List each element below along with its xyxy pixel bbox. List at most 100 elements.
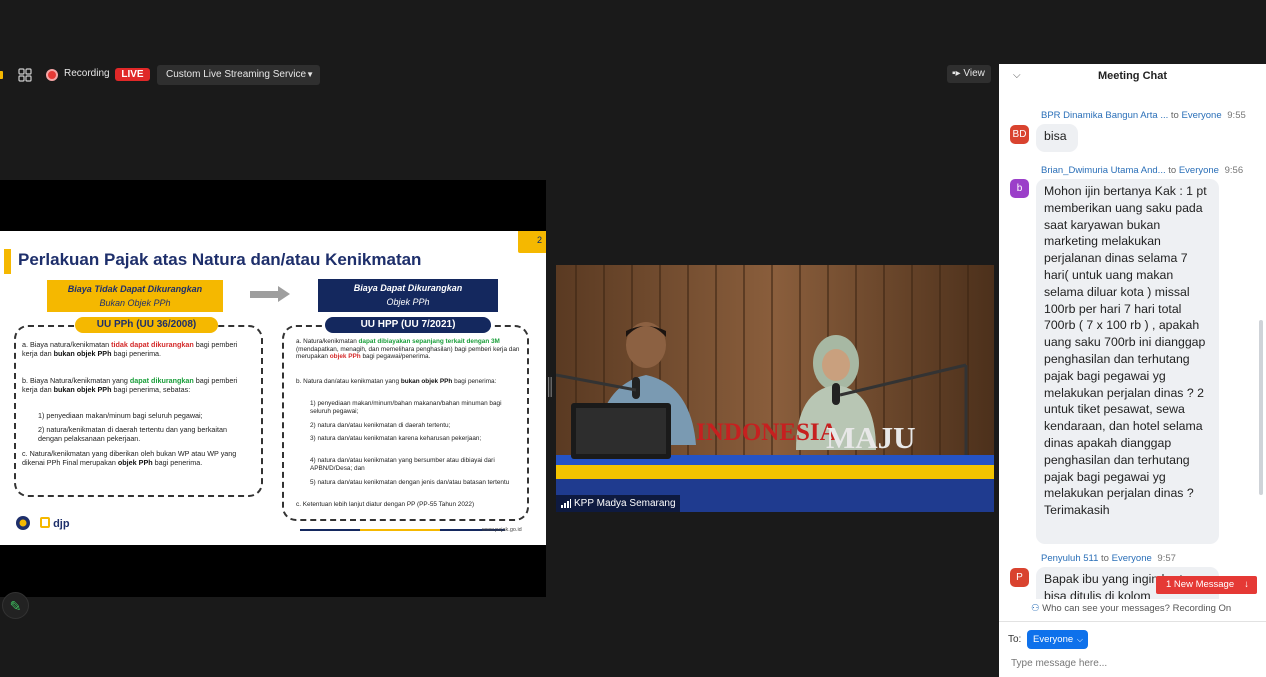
footer-url: www.pajak.go.id <box>482 527 522 533</box>
djp-logo: djp <box>40 516 70 530</box>
slide-page-number: 2 <box>518 231 546 253</box>
people-icon: ⚇ <box>1031 603 1040 614</box>
message-to: to <box>1168 165 1177 176</box>
splitter-handle[interactable] <box>548 377 552 397</box>
slide-logos: djp <box>14 515 70 531</box>
new-message-label: 1 New Message <box>1166 579 1235 590</box>
ministry-emblem-icon <box>16 516 30 530</box>
right-b-item-3: 3) natura dan/atau kenikmatan karena keh… <box>310 435 482 442</box>
to-label: To: <box>1008 634 1022 645</box>
new-message-button[interactable]: 1 New Message ↓ <box>1156 576 1257 594</box>
message-sender[interactable]: BPR Dinamika Bangun Arta ... <box>1041 110 1168 121</box>
chevron-down-icon[interactable]: ⌵ <box>1013 64 1021 88</box>
sign-left-text: INDONESIA <box>696 419 838 446</box>
right-b-bold: bukan objek PPh <box>400 378 453 385</box>
recording-label[interactable]: Recording <box>64 68 110 79</box>
message-to: to <box>1170 110 1179 121</box>
left-b-bold: bukan objek PPh <box>53 384 112 394</box>
message-sender[interactable]: Penyuluh 511 <box>1041 553 1098 564</box>
record-dot-icon <box>46 69 58 81</box>
left-header-subtitle: Bukan Objek PPh <box>99 298 171 308</box>
message-recipient: Everyone <box>1181 110 1222 121</box>
participant-name-text: KPP Madya Semarang <box>574 498 676 509</box>
message-sender[interactable]: Brian_Dwimuria Utama And... <box>1041 165 1166 176</box>
participant-name-label: KPP Madya Semarang <box>556 495 680 512</box>
chat-divider <box>999 621 1266 622</box>
left-c-bold: objek PPh <box>117 457 153 467</box>
chevron-down-icon: ⌵ <box>1076 635 1083 644</box>
left-a-text3: bagi penerima. <box>113 348 162 358</box>
visibility-notice[interactable]: ⚇ Who can see your messages? Recording O… <box>1031 603 1231 614</box>
right-header-subtitle: Objek PPh <box>386 297 430 307</box>
chat-scrollbar[interactable] <box>1259 320 1263 495</box>
djp-logo-icon <box>40 516 50 528</box>
footer-lines <box>300 529 505 531</box>
caret-down-icon: ▼ <box>306 70 314 79</box>
right-point-a: a. Natura/kenikmatan dapat dibiayakan se… <box>296 338 521 361</box>
recipient-select[interactable]: Everyone ⌵ <box>1027 630 1088 649</box>
message-header: Penyuluh 511 to Everyone 9:57 <box>1041 553 1176 564</box>
right-law-pill: UU HPP (UU 7/2021) <box>325 317 491 333</box>
left-point-a: a. Biaya natura/kenikmatan tidak dapat d… <box>22 340 250 358</box>
right-point-c: c. Ketentuan lebih lanjut diatur dengan … <box>296 501 475 508</box>
message-to: to <box>1101 553 1109 564</box>
message-header: BPR Dinamika Bangun Arta ... to Everyone… <box>1041 110 1246 121</box>
left-point-c: c. Natura/kenikmatan yang diberikan oleh… <box>22 449 250 467</box>
avatar[interactable]: P <box>1010 568 1029 587</box>
right-b-item-2: 2) natura dan/atau kenikmatan di daerah … <box>310 422 451 429</box>
chat-title: Meeting Chat <box>1097 70 1168 82</box>
left-header-box: Biaya Tidak Dapat Dikurangkan Bukan Obje… <box>47 280 223 312</box>
arrow-down-icon: ↓ <box>1244 579 1249 590</box>
message-recipient: Everyone <box>1178 165 1219 176</box>
avatar[interactable]: b <box>1010 179 1029 198</box>
zoom-meeting-window: Recording LIVE Custom Live Streaming Ser… <box>0 0 1266 677</box>
right-b-text: b. Natura dan/atau kenikmatan yang <box>296 378 400 385</box>
left-point-b: b. Biaya Natura/kenikmatan yang dapat di… <box>22 376 250 394</box>
right-header-box: Biaya Dapat Dikurangkan Objek PPh <box>318 279 498 312</box>
message-time: 9:56 <box>1224 165 1244 176</box>
message-time: 9:55 <box>1227 110 1246 121</box>
right-a-green: dapat dibiayakan sepanjang terkait denga… <box>358 338 500 345</box>
participant-video[interactable]: INDONESIA MAJU <box>556 265 994 512</box>
chat-message-input[interactable] <box>1011 655 1256 671</box>
chat-header: ⌵ Meeting Chat <box>999 64 1266 88</box>
left-law-pill: UU PPh (UU 36/2008) <box>75 317 218 333</box>
screen-share-area: 2 Perlakuan Pajak atas Natura dan/atau K… <box>0 180 546 597</box>
arrow-right-icon <box>250 286 290 302</box>
message-time: 9:57 <box>1157 553 1176 564</box>
right-b-item-1: 1) penyediaan makan/minum/bahan makanan/… <box>310 400 502 415</box>
signal-bars-icon <box>561 499 571 508</box>
visibility-text: Who can see your messages? Recording On <box>1042 603 1232 614</box>
left-b-item-1: 1) penyediaan makan/minum bagi seluruh p… <box>38 411 203 420</box>
djp-logo-text: djp <box>53 517 70 530</box>
left-b-item-2: 2) natura/kenikmatan di daerah tertentu … <box>38 425 227 443</box>
right-point-b: b. Natura dan/atau kenikmatan yang bukan… <box>296 378 521 386</box>
sign-right-text: MAJU <box>826 420 916 455</box>
left-c-text2: bagi penerima. <box>154 457 203 467</box>
left-header-title: Biaya Tidak Dapat Dikurangkan <box>67 284 203 294</box>
pencil-icon[interactable]: ✎ <box>2 592 29 619</box>
message-bubble[interactable]: bisa <box>1036 124 1078 152</box>
view-label: View <box>963 68 985 79</box>
message-header: Brian_Dwimuria Utama And... to Everyone … <box>1041 165 1243 176</box>
right-b-item-4: 4) natura dan/atau kenikmatan yang bersu… <box>310 457 495 472</box>
video-frame: INDONESIA MAJU <box>556 265 994 512</box>
status-indicator-icon <box>0 71 3 79</box>
message-bubble[interactable]: Mohon ijin bertanya Kak : 1 pt memberika… <box>1036 179 1219 544</box>
view-button[interactable]: ▪▸ View <box>947 65 991 83</box>
right-a-text: a. Natura/kenikmatan <box>296 338 357 345</box>
right-b-item-5: 5) natura dan/atau kenikmatan dengan jen… <box>310 479 510 486</box>
presentation-slide: 2 Perlakuan Pajak atas Natura dan/atau K… <box>0 231 546 545</box>
grid-icon[interactable] <box>18 68 32 82</box>
slide-title: Perlakuan Pajak atas Natura dan/atau Ken… <box>18 250 422 269</box>
avatar[interactable]: BD <box>1010 125 1029 144</box>
stream-service-label: Custom Live Streaming Service <box>166 69 307 80</box>
live-streaming-dropdown[interactable]: Custom Live Streaming Service ▼ <box>157 65 320 85</box>
message-recipient: Everyone <box>1111 553 1152 564</box>
left-a-bold: bukan objek PPh <box>53 348 112 358</box>
meeting-chat-panel: ⌵ Meeting Chat BPR Dinamika Bangun Arta … <box>999 64 1266 677</box>
left-b-text3: bagi penerima, sebatas: <box>113 384 191 394</box>
right-a-red: objek PPh <box>329 353 361 361</box>
live-badge: LIVE <box>115 68 150 81</box>
recipient-select-value: Everyone <box>1033 634 1074 645</box>
